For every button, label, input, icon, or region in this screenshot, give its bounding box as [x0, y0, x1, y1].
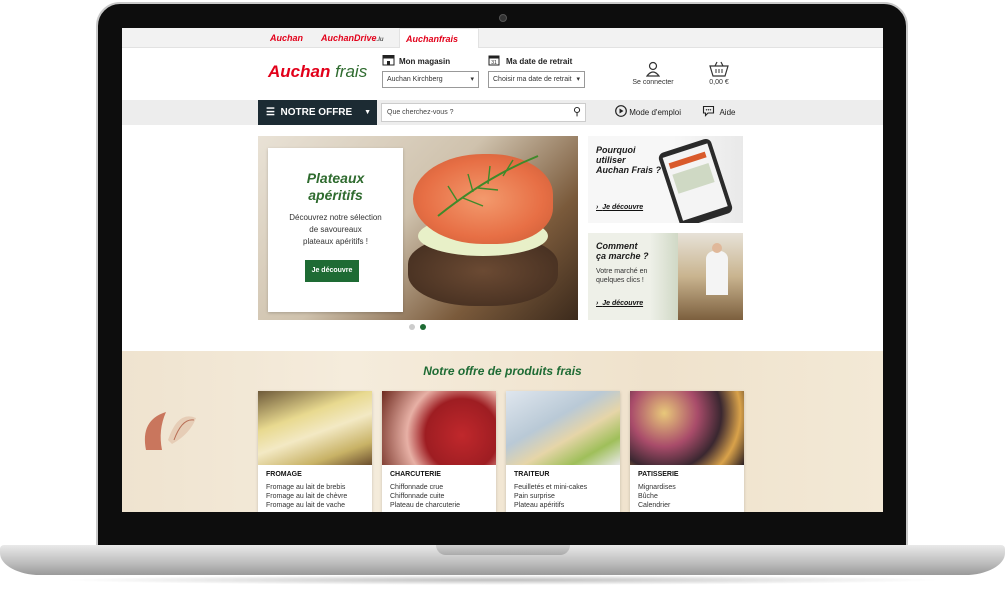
tab-auchan-drive[interactable]: AuchanDrive.lu — [315, 28, 390, 48]
category-card-traiteur[interactable]: TRAITEUR Feuilletés et mini-cakes Pain s… — [506, 391, 620, 512]
webcam — [499, 14, 507, 22]
category-title: FROMAGE — [266, 471, 302, 478]
tab-auchan[interactable]: Auchan — [264, 28, 309, 48]
laptop-frame: Auchan AuchanDrive.lu Auchanfrais Auchan… — [0, 0, 1005, 594]
category-link[interactable]: Plateau de charcuterie — [390, 501, 460, 510]
menu-icon: ☰ — [266, 107, 275, 118]
charcuterie-image — [382, 391, 496, 465]
pickup-date-select[interactable]: Choisir ma date de retrait ▾ — [488, 71, 585, 88]
user-icon — [645, 61, 661, 77]
category-link[interactable]: Fromage au lait de chèvre — [266, 492, 347, 501]
our-offer-menu-button[interactable]: ☰ NOTRE OFFRE ▼ — [258, 100, 377, 125]
brand-tab-bar: Auchan AuchanDrive.lu Auchanfrais — [122, 28, 883, 48]
category-link[interactable]: Calendrier — [638, 501, 676, 510]
browser-screen: Auchan AuchanDrive.lu Auchanfrais Auchan… — [122, 28, 883, 512]
login-label: Se connecter — [632, 79, 674, 86]
chevron-down-icon: ▾ — [470, 76, 474, 83]
promo-how-text-1: Votre marché en — [596, 268, 648, 275]
hero-text-line1: Découvrez notre sélection — [289, 213, 382, 222]
search-icon[interactable]: ⚲ — [573, 104, 581, 121]
carousel-dot-2[interactable] — [420, 324, 426, 330]
category-card-charcuterie[interactable]: CHARCUTERIE Chiffonnade crue Chiffonnade… — [382, 391, 496, 512]
store-icon — [382, 54, 395, 69]
store-label: Mon magasin — [399, 57, 451, 66]
category-link[interactable]: Fromage au lait de brebis — [266, 483, 347, 492]
promo-how-it-works[interactable]: Comment ça marche ? Votre marché en quelqu… — [588, 233, 743, 320]
garlic-decoration-image — [144, 412, 196, 450]
traiteur-image — [506, 391, 620, 465]
store-select[interactable]: Auchan Kirchberg ▾ — [382, 71, 479, 88]
calendar-icon: 31 — [488, 54, 500, 69]
play-circle-icon — [615, 105, 627, 117]
cart-button[interactable]: 0,00 € — [699, 61, 739, 86]
category-title: PATISSERIE — [638, 471, 679, 478]
market-image — [678, 233, 743, 320]
laptop-notch — [436, 545, 570, 555]
hero-title-line1: Plateaux — [306, 170, 365, 186]
pickup-date-label: Ma date de retrait — [506, 57, 573, 66]
category-link[interactable]: Chiffonnade crue — [390, 483, 460, 492]
laptop-shadow — [60, 575, 945, 585]
category-card-fromage[interactable]: FROMAGE Fromage au lait de brebis Fromag… — [258, 391, 372, 512]
pastry-image — [630, 391, 744, 465]
category-title: TRAITEUR — [514, 471, 550, 478]
chevron-down-icon: ▼ — [364, 109, 371, 116]
category-link[interactable]: Feuilletés et mini-cakes — [514, 483, 587, 492]
promo-why-title-2: utiliser — [596, 155, 626, 165]
promo-why-title-1: Pourquoi — [596, 145, 636, 155]
category-link[interactable]: Plateau apéritifs — [514, 501, 587, 510]
hero-title-line2: apéritifs — [308, 187, 363, 203]
basket-icon — [709, 61, 729, 77]
promo-why-link[interactable]: › Je découvre — [596, 204, 643, 211]
promo-how-text-2: quelques clics ! — [596, 277, 644, 284]
hero-text-line2: de savoureaux — [309, 225, 362, 234]
category-link[interactable]: Pain surprise — [514, 492, 587, 501]
dill-garnish-image — [437, 155, 539, 217]
promo-why-title-3: Auchan Frais ? — [596, 165, 662, 175]
category-card-patisserie[interactable]: PATISSERIE Mignardises Bûche Calendrier — [630, 391, 744, 512]
carousel-dot-1[interactable] — [409, 324, 415, 330]
cart-total: 0,00 € — [709, 79, 729, 86]
tablet-image — [657, 137, 734, 223]
hero-text-card: Plateaux apéritifs Découvrez notre sélect… — [268, 148, 403, 312]
category-link[interactable]: Mignardises — [638, 483, 676, 492]
section-title: Notre offre de produits frais — [423, 364, 582, 378]
promo-how-link[interactable]: › Je découvre — [596, 300, 643, 307]
help-link[interactable]: Aide — [702, 100, 735, 125]
cheese-image — [258, 391, 372, 465]
category-link[interactable]: Fromage au lait de vache — [266, 501, 347, 510]
hero-discover-button[interactable]: Je découvre — [305, 260, 359, 282]
svg-text:31: 31 — [491, 60, 497, 66]
category-link[interactable]: Chiffonnade cuite — [390, 492, 460, 501]
howto-link[interactable]: Mode d'emploi — [615, 100, 681, 125]
search-input[interactable]: Que cherchez-vous ? ⚲ — [381, 103, 586, 122]
promo-how-title-2: ça marche ? — [596, 251, 649, 261]
login-button[interactable]: Se connecter — [628, 61, 678, 86]
chat-bubble-icon — [702, 105, 715, 117]
tab-auchan-frais[interactable]: Auchanfrais — [399, 28, 479, 48]
hero-text-line3: plateaux apéritifs ! — [303, 237, 368, 246]
site-logo[interactable]: Auchan frais — [268, 62, 367, 82]
category-link[interactable]: Bûche — [638, 492, 676, 501]
promo-why-use[interactable]: Pourquoi utiliser Auchan Frais ? › Je déco… — [588, 136, 743, 223]
promo-how-title-1: Comment — [596, 241, 638, 251]
category-title: CHARCUTERIE — [390, 471, 441, 478]
chevron-down-icon: ▾ — [576, 76, 580, 83]
